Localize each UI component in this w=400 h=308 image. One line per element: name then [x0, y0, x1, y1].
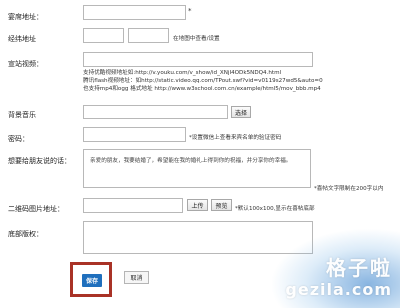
save-highlight: 保存 [70, 262, 112, 297]
preview-button[interactable]: 预览 [211, 199, 232, 211]
message-hint: *喜帖文字限制在200字以内 [314, 186, 384, 192]
watermark-logo: 格子啦 [326, 256, 392, 280]
footer-label: 底部版权： [8, 230, 43, 238]
music-select-button[interactable]: 选择 [231, 106, 251, 118]
password-hint: *设置微信上查看来宾名单的验证密码 [189, 135, 282, 141]
map-link[interactable]: 在地图中查看/设置 [173, 34, 220, 42]
qrcode-label: 二维码图片地址： [8, 205, 64, 213]
password-label: 密码： [8, 135, 29, 143]
video-help-line: 也支持mp4和ogg 格式地址 http://www.w3school.com.… [83, 86, 321, 92]
cancel-button[interactable]: 取消 [124, 271, 149, 284]
message-text: 亲爱的朋友，我要结婚了，希望能在我的婚礼上得到你的祝福，并分享你的幸福。 [90, 158, 292, 164]
wedding-address-label: 宴席地址： [8, 13, 43, 21]
coordinates-label: 经纬地址 [8, 35, 36, 43]
longitude-input[interactable] [83, 28, 124, 43]
video-url-input[interactable] [83, 52, 313, 67]
wedding-address-input[interactable] [83, 5, 186, 20]
latitude-input[interactable] [128, 28, 169, 43]
video-help-line: 腾讯flash视频地址：如http://static.video.qq.com/… [83, 78, 323, 84]
qrcode-input[interactable] [83, 198, 183, 213]
qrcode-hint: *默认100x100,显示在喜帖底部 [235, 206, 315, 212]
video-help-line: 支持优酷视频地址如:http://v.youku.com/v_show/id_X… [83, 70, 282, 76]
music-label: 背景音乐 [8, 111, 36, 119]
message-textarea[interactable]: 亲爱的朋友，我要结婚了，希望能在我的婚礼上得到你的祝福，并分享你的幸福。 [83, 149, 311, 188]
save-button[interactable]: 保存 [82, 274, 102, 287]
upload-button[interactable]: 上传 [187, 199, 208, 211]
music-input[interactable] [83, 105, 228, 119]
video-label: 宣站视频： [8, 60, 43, 68]
required-mark: * [188, 7, 192, 15]
password-input[interactable] [83, 127, 186, 142]
watermark-url: gezila.com [285, 280, 392, 299]
message-label: 想要给朋友说的话： [8, 157, 71, 165]
